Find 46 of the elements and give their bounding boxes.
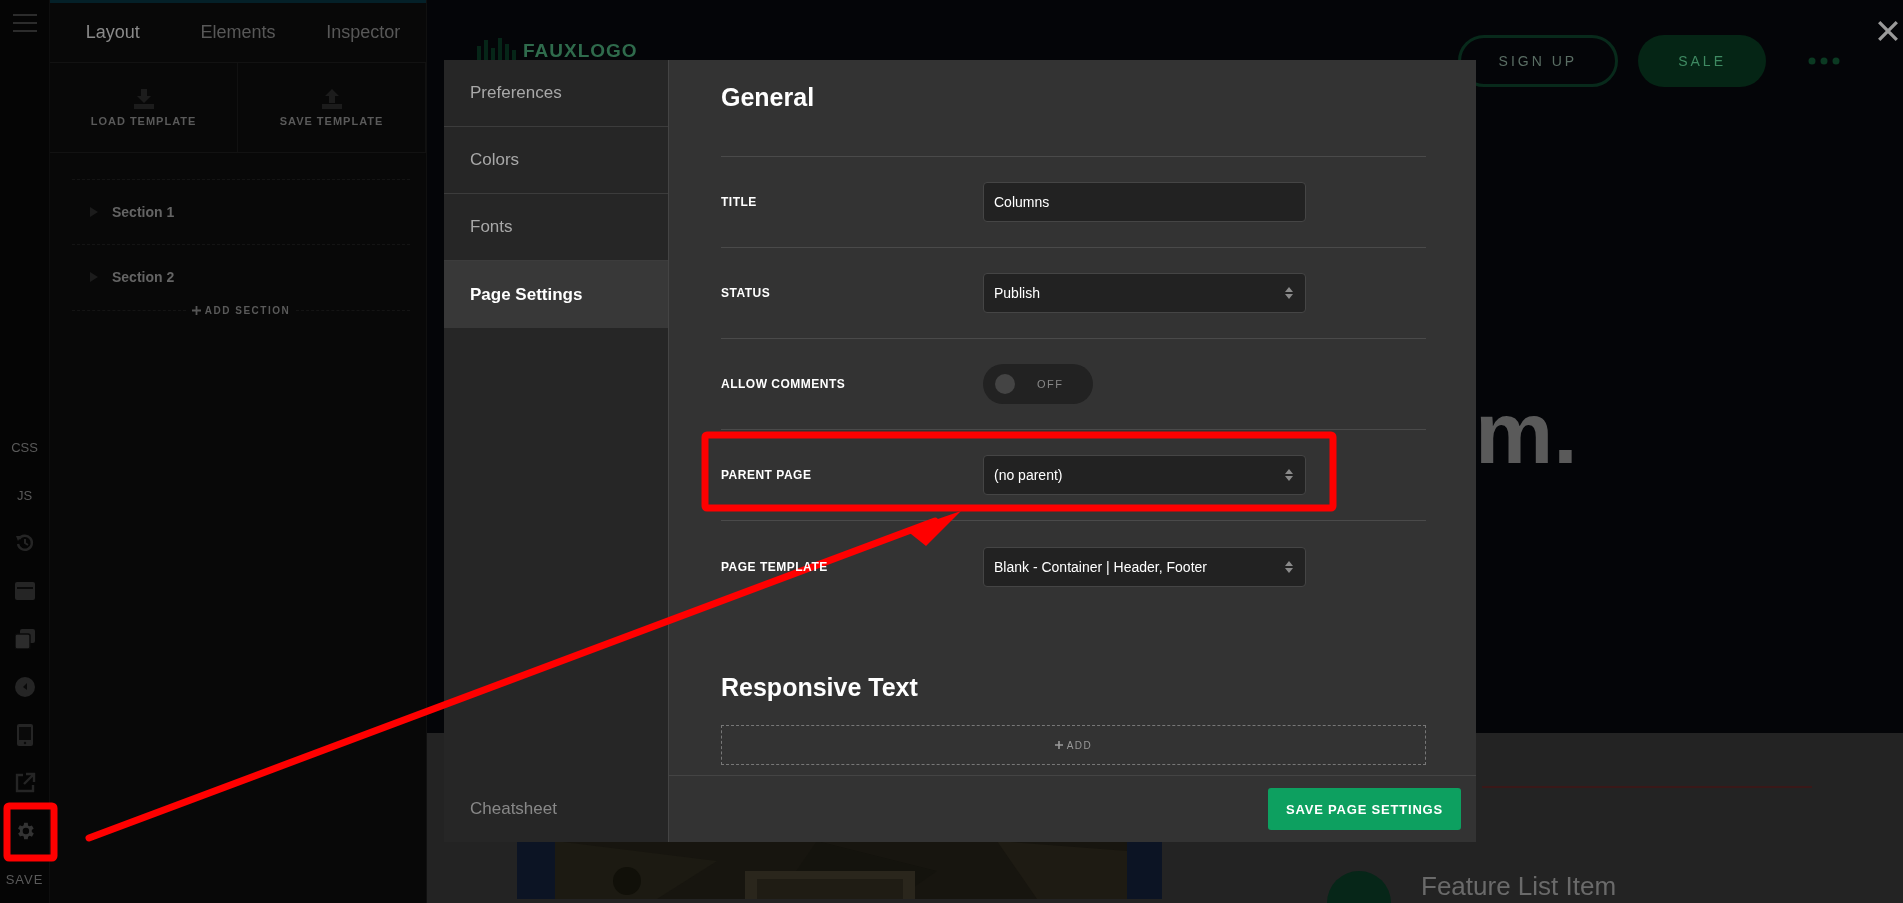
external-link-icon[interactable] <box>13 772 36 794</box>
hero-heading: m. <box>1475 389 1578 477</box>
logo-text: FAUXLOGO <box>523 41 638 60</box>
tablet-icon[interactable] <box>16 724 33 746</box>
settings-nav-item[interactable]: Page Settings <box>444 261 668 328</box>
windows-icon[interactable] <box>14 629 35 649</box>
panel-tab[interactable]: Inspector <box>300 3 426 62</box>
more-icon[interactable] <box>1808 57 1840 65</box>
settings-nav-item[interactable]: Preferences <box>444 60 668 127</box>
field-label: TITLE <box>721 195 758 209</box>
field-label: ALLOW COMMENTS <box>721 377 847 391</box>
toggle-switch[interactable]: OFF <box>983 364 1093 404</box>
panel-tab[interactable]: Elements <box>175 3 301 62</box>
feature-title: Feature List Item <box>1421 871 1617 902</box>
plus-icon <box>191 306 201 315</box>
settings-nav-item[interactable]: Colors <box>444 127 668 194</box>
panel-tab[interactable]: Layout <box>50 3 176 62</box>
sort-caret-icon <box>1285 287 1293 299</box>
sort-caret-icon <box>1285 469 1293 481</box>
section-heading: Responsive Text <box>721 672 919 703</box>
field-label: PARENT PAGE <box>721 468 813 482</box>
sort-caret-icon <box>1285 560 1293 573</box>
select-field[interactable]: Blank - Container | Header, Footer <box>983 546 1306 587</box>
save-button[interactable]: SAVE <box>5 871 44 887</box>
site-button[interactable]: SALE <box>1638 35 1766 87</box>
bars-icon <box>477 36 517 60</box>
history-icon[interactable] <box>14 533 35 553</box>
code-button[interactable]: CSS <box>11 439 38 455</box>
cheatsheet-link[interactable]: Cheatsheet <box>444 799 668 842</box>
text-field[interactable]: Columns <box>983 182 1306 222</box>
code-button[interactable]: JS <box>16 487 33 503</box>
save-settings-button[interactable]: SAVE PAGE SETTINGS <box>1268 788 1461 830</box>
select-field[interactable]: (no parent) <box>983 455 1306 495</box>
field-label: STATUS <box>721 286 772 300</box>
template-button[interactable]: SAVE TEMPLATE <box>238 63 426 152</box>
section-heading: General <box>721 60 1426 157</box>
window-icon[interactable] <box>14 582 35 600</box>
plus-icon <box>1054 741 1063 749</box>
menu-icon[interactable] <box>12 14 37 32</box>
highlight-box <box>3 802 58 862</box>
section-item[interactable]: Section 1 <box>72 180 410 244</box>
select-field[interactable]: Publish <box>983 273 1306 313</box>
close-icon[interactable] <box>1877 20 1899 42</box>
compass-icon[interactable] <box>14 677 35 697</box>
add-button[interactable]: ADD <box>721 725 1426 765</box>
template-button[interactable]: LOAD TEMPLATE <box>50 63 238 152</box>
